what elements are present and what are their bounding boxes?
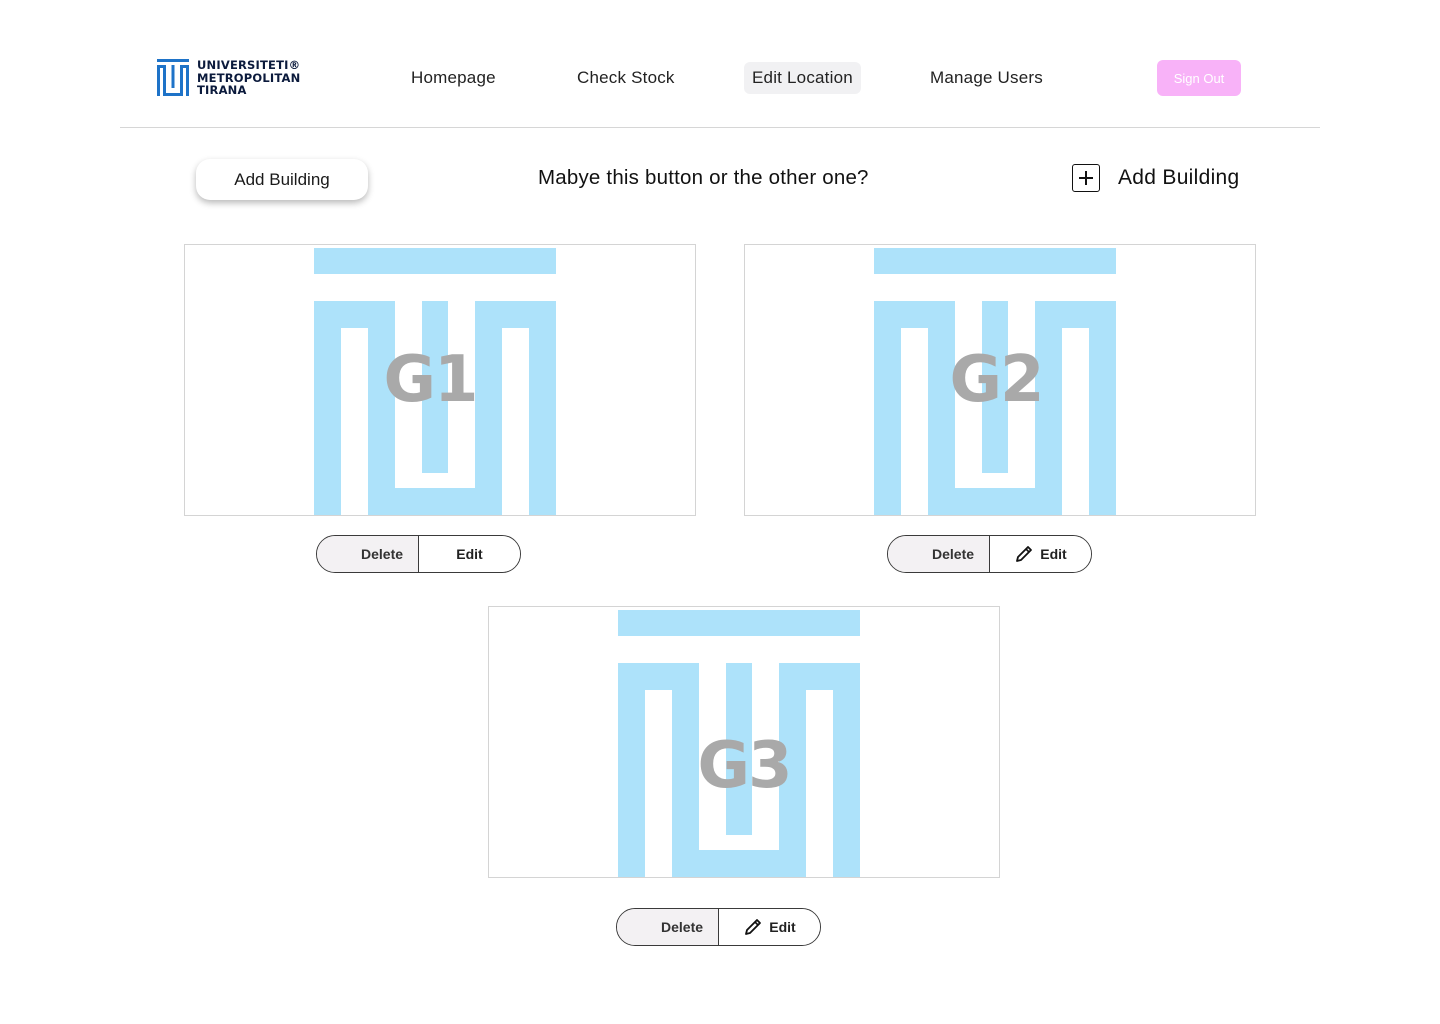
logo-mark-icon bbox=[157, 59, 189, 97]
building-card[interactable]: G1 bbox=[184, 244, 696, 516]
edit-label: Edit bbox=[1040, 546, 1067, 562]
add-building-button[interactable]: Add Building bbox=[196, 159, 368, 200]
building-label: G1 bbox=[383, 343, 478, 417]
building-actions: Delete Edit bbox=[616, 908, 821, 946]
header-divider bbox=[120, 127, 1320, 128]
edit-button[interactable]: Edit bbox=[719, 909, 820, 945]
logo-line: TIRANA bbox=[197, 83, 247, 97]
nav-homepage[interactable]: Homepage bbox=[403, 62, 504, 94]
delete-button[interactable]: Delete bbox=[317, 536, 419, 572]
building-actions: Delete Edit bbox=[887, 535, 1092, 573]
pencil-icon bbox=[1016, 546, 1033, 562]
delete-button[interactable]: Delete bbox=[617, 909, 719, 945]
building-label: G2 bbox=[949, 343, 1044, 417]
edit-button[interactable]: Edit bbox=[990, 536, 1091, 572]
sign-out-button[interactable]: Sign Out bbox=[1157, 60, 1241, 96]
building-label: G3 bbox=[697, 729, 792, 803]
edit-label: Edit bbox=[769, 919, 796, 935]
logo-line: UNIVERSITETI® bbox=[197, 58, 301, 72]
building-card[interactable]: G3 bbox=[488, 606, 1000, 878]
building-card[interactable]: G2 bbox=[744, 244, 1256, 516]
delete-button[interactable]: Delete bbox=[888, 536, 990, 572]
nav-check-stock[interactable]: Check Stock bbox=[569, 62, 683, 94]
nav-manage-users[interactable]: Manage Users bbox=[922, 62, 1051, 94]
pencil-icon bbox=[745, 919, 762, 935]
add-building-icon-button[interactable]: Add Building bbox=[1072, 164, 1240, 192]
edit-label: Edit bbox=[456, 546, 483, 562]
logo-wordmark: UNIVERSITETI® METROPOLITAN TIRANA bbox=[197, 59, 300, 97]
design-question-text: Mabye this button or the other one? bbox=[538, 166, 869, 189]
add-building-label: Add Building bbox=[1118, 166, 1240, 189]
university-logo[interactable]: UNIVERSITETI® METROPOLITAN TIRANA bbox=[157, 59, 300, 97]
plus-square-icon bbox=[1072, 164, 1100, 192]
edit-button[interactable]: Edit bbox=[419, 536, 520, 572]
nav-edit-location[interactable]: Edit Location bbox=[744, 62, 861, 94]
building-actions: Delete Edit bbox=[316, 535, 521, 573]
